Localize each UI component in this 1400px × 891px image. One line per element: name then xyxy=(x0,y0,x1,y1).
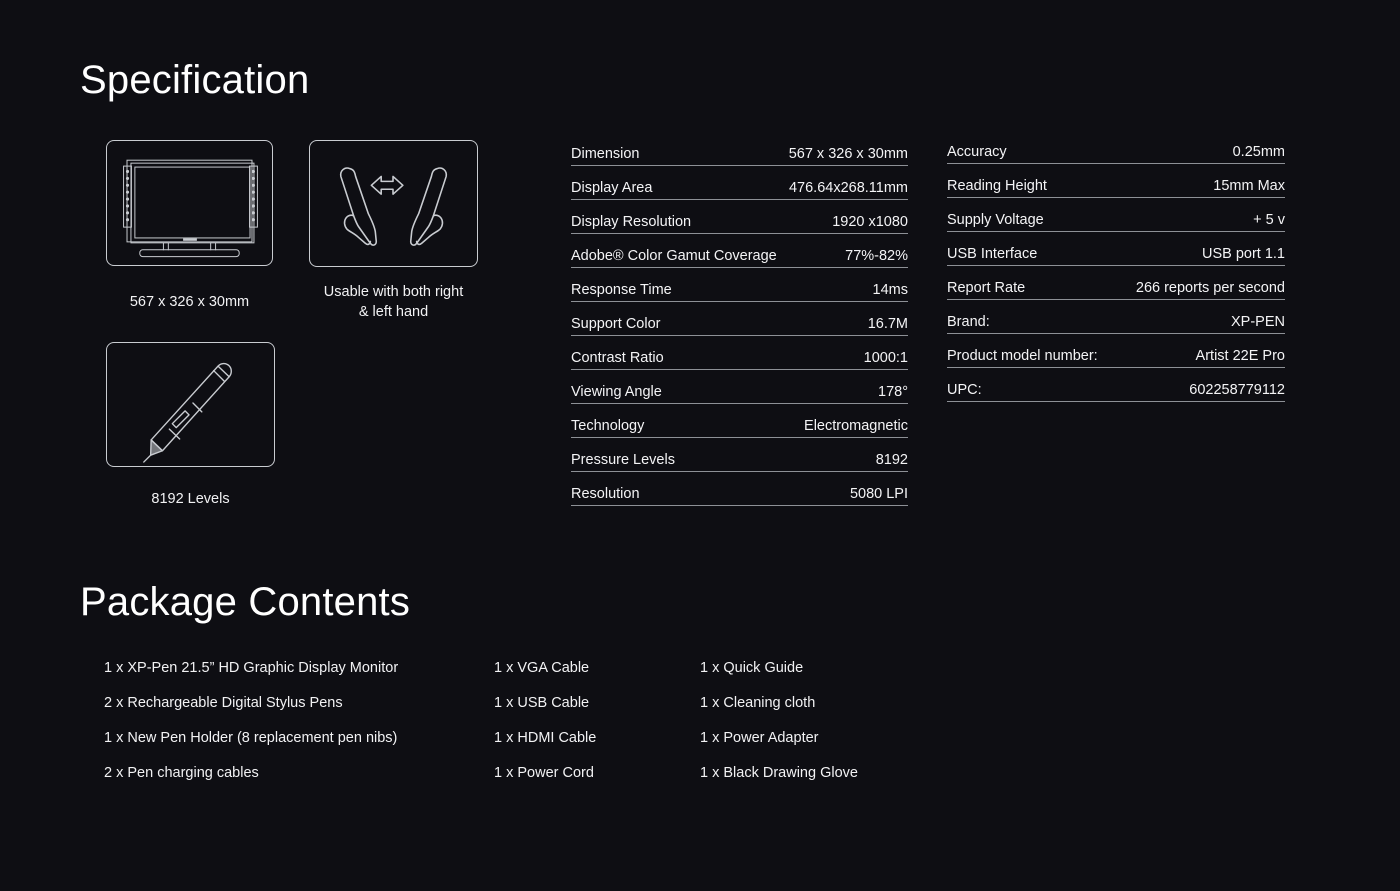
spec-label: Report Rate xyxy=(947,265,1116,300)
stylus-pen-icon-caption: 8192 Levels xyxy=(151,491,230,507)
spec-label: Brand: xyxy=(947,299,1116,334)
spec-row: Support Color 16.7M xyxy=(571,301,908,336)
spec-row: Pressure Levels 8192 xyxy=(571,437,908,472)
spec-row: Response Time 14ms xyxy=(571,267,908,302)
spec-row: Technology Electromagnetic xyxy=(571,403,908,438)
spec-row: Report Rate 266 reports per second xyxy=(947,265,1285,300)
package-contents-column-1: 1 x XP-Pen 21.5” HD Graphic Display Moni… xyxy=(104,660,494,800)
spec-label: Viewing Angle xyxy=(571,369,740,404)
spec-label: Resolution xyxy=(571,471,740,506)
spec-label: Technology xyxy=(571,403,740,438)
spec-label: UPC: xyxy=(947,367,1116,402)
both-hands-icon-card xyxy=(309,140,478,267)
spec-label: Dimension xyxy=(571,131,740,166)
spec-label: USB Interface xyxy=(947,231,1116,266)
monitor-icon-card xyxy=(106,140,273,266)
spec-value: 16.7M xyxy=(739,301,908,336)
spec-row: Supply Voltage + 5 v xyxy=(947,197,1285,232)
package-item: 1 x Quick Guide xyxy=(700,660,804,676)
spec-value: Artist 22E Pro xyxy=(1116,333,1285,368)
specification-heading: Specification xyxy=(80,58,310,102)
package-item: 2 x Pen charging cables xyxy=(104,765,259,781)
spec-row: Product model number: Artist 22E Pro xyxy=(947,333,1285,368)
package-contents-column-2: 1 x VGA Cable 1 x USB Cable 1 x HDMI Cable… xyxy=(494,660,694,800)
package-item: 1 x Power Adapter xyxy=(700,730,819,746)
package-item: 1 x XP-Pen 21.5” HD Graphic Display Moni… xyxy=(104,660,399,676)
spec-label: Product model number: xyxy=(947,333,1116,368)
spec-value: 476.64x268.11mm xyxy=(739,165,908,200)
spec-value: 14ms xyxy=(739,267,908,302)
spec-value: 8192 xyxy=(739,437,908,472)
spec-value: 602258779112 xyxy=(1116,367,1285,402)
spec-table-right-body: Accuracy 0.25mm Reading Height 15mm Max Supp… xyxy=(947,129,1285,402)
monitor-icon xyxy=(123,159,258,258)
spec-row: Brand: XP-PEN xyxy=(947,299,1285,334)
spec-value: 178° xyxy=(739,369,908,404)
spec-label: Pressure Levels xyxy=(571,437,740,472)
spec-table-right: Accuracy 0.25mm Reading Height 15mm Max Supp… xyxy=(947,129,1285,402)
package-item: 2 x Rechargeable Digital Stylus Pens xyxy=(104,695,343,711)
spec-label: Support Color xyxy=(571,301,740,336)
monitor-icon-caption: 567 x 326 x 30mm xyxy=(129,294,250,310)
spec-row: Dimension 567 x 326 x 30mm xyxy=(571,131,908,166)
spec-label: Response Time xyxy=(571,267,740,302)
spec-label: Contrast Ratio xyxy=(571,335,740,370)
spec-value: XP-PEN xyxy=(1116,299,1285,334)
spec-value: 1000:1 xyxy=(739,335,908,370)
package-item: 1 x VGA Cable xyxy=(494,660,590,676)
both-hands-icon-caption: Usable with both right & left hand xyxy=(323,284,464,320)
spec-row: Display Area 476.64x268.11mm xyxy=(571,165,908,200)
spec-row: Contrast Ratio 1000:1 xyxy=(571,335,908,370)
package-contents-heading: Package Contents xyxy=(80,580,411,624)
package-item: 1 x HDMI Cable xyxy=(494,730,597,746)
spec-value: Electromagnetic xyxy=(739,403,908,438)
spec-row: Resolution 5080 LPI xyxy=(571,471,908,506)
spec-value: 567 x 326 x 30mm xyxy=(739,131,908,166)
spec-row: USB Interface USB port 1.1 xyxy=(947,231,1285,266)
specification-page: Specification 567 x 326 x 30mm Usable wi… xyxy=(0,0,1400,891)
package-item: 1 x Cleaning cloth xyxy=(700,695,816,711)
spec-row: Adobe® Color Gamut Coverage 77%-82% xyxy=(571,233,908,268)
spec-value: 5080 LPI xyxy=(739,471,908,506)
spec-table-left-body: Dimension 567 x 326 x 30mm Display Area 476… xyxy=(571,131,908,506)
package-item: 1 x New Pen Holder (8 replacement pen ni… xyxy=(104,730,398,746)
spec-value: 1920 x1080 xyxy=(739,199,908,234)
both-hands-icon xyxy=(339,167,448,246)
spec-value: 15mm Max xyxy=(1116,163,1285,198)
spec-label: Adobe® Color Gamut Coverage xyxy=(571,233,777,268)
spec-label: Reading Height xyxy=(947,163,1116,198)
spec-value: + 5 v xyxy=(1116,197,1285,232)
stylus-pen-icon-card xyxy=(106,342,275,467)
package-item: 1 x Power Cord xyxy=(494,765,594,781)
spec-row: Viewing Angle 178° xyxy=(571,369,908,404)
package-item: 1 x Black Drawing Glove xyxy=(700,765,858,781)
spec-row: UPC: 602258779112 xyxy=(947,367,1285,402)
spec-value: USB port 1.1 xyxy=(1116,231,1285,266)
spec-value: 266 reports per second xyxy=(1116,265,1285,300)
spec-row: Display Resolution 1920 x1080 xyxy=(571,199,908,234)
spec-row: Reading Height 15mm Max xyxy=(947,163,1285,198)
spec-table-left: Dimension 567 x 326 x 30mm Display Area 476… xyxy=(571,131,908,506)
package-contents-column-3: 1 x Quick Guide 1 x Cleaning cloth 1 x Pow… xyxy=(700,660,960,800)
stylus-pen-icon xyxy=(143,362,232,463)
spec-row: Accuracy 0.25mm xyxy=(947,129,1285,164)
spec-label: Display Area xyxy=(571,165,740,200)
spec-label: Display Resolution xyxy=(571,199,740,234)
spec-label: Accuracy xyxy=(947,129,1116,164)
spec-label: Supply Voltage xyxy=(947,197,1116,232)
package-item: 1 x USB Cable xyxy=(494,695,590,711)
spec-value: 0.25mm xyxy=(1116,129,1285,164)
